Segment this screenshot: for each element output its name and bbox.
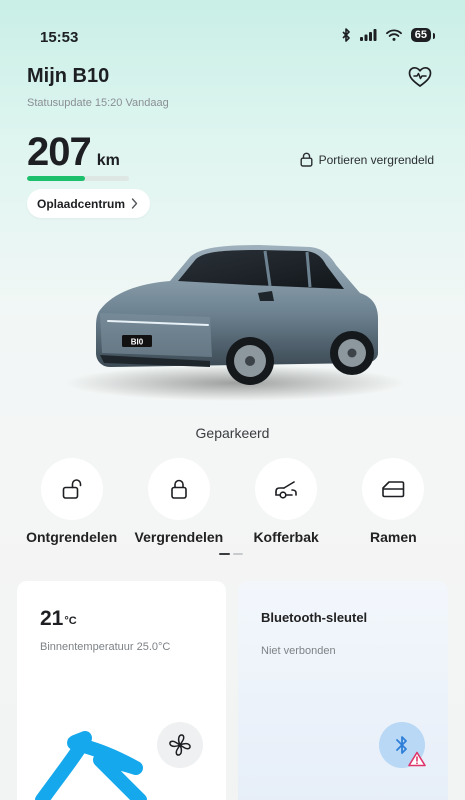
climate-toggle-button[interactable] <box>157 722 203 768</box>
bluetooth-icon <box>342 28 350 42</box>
range-unit: km <box>96 152 120 169</box>
page-dot-active <box>219 553 230 555</box>
unlock-icon <box>62 479 81 499</box>
range-progress-bar <box>27 176 129 181</box>
page-indicator <box>219 553 243 555</box>
action-windows[interactable]: Ramen <box>340 458 447 545</box>
status-update-text: Statusupdate 15:20 Vandaag <box>27 97 169 109</box>
bluetooth-key-title: Bluetooth-sleutel <box>261 610 368 625</box>
page-title: Mijn B10 <box>27 65 110 87</box>
climate-card[interactable]: 21 °C Binnentemperatuur 25.0°C <box>17 581 226 800</box>
warning-icon <box>408 751 426 767</box>
charging-center-label: Oplaadcentrum <box>37 196 126 211</box>
charging-center-button[interactable]: Oplaadcentrum <box>27 189 151 218</box>
window-icon <box>382 481 405 498</box>
page-dot <box>233 553 243 555</box>
bluetooth-icon <box>396 736 407 754</box>
status-time: 15:53 <box>40 29 79 46</box>
action-lock[interactable]: Vergrendelen <box>125 458 232 545</box>
temperature-value: 21 <box>40 607 64 630</box>
lock-button[interactable] <box>147 458 210 520</box>
temperature-unit: °C <box>64 615 77 627</box>
heart-pulse-icon[interactable] <box>407 64 433 90</box>
license-plate: BI0 <box>131 338 144 347</box>
signal-icon <box>359 29 377 41</box>
range-value: 207 <box>27 130 92 174</box>
range-progress-fill <box>27 176 86 181</box>
doors-status: Portieren vergrendeld <box>300 152 434 167</box>
windows-button[interactable] <box>362 458 425 520</box>
car-state-label: Geparkeerd <box>195 425 270 441</box>
inside-temperature: Binnentemperatuur 25.0°C <box>40 641 171 653</box>
chevron-right-icon <box>131 198 138 209</box>
fan-icon <box>169 734 191 756</box>
range-display: 207 km <box>27 130 120 175</box>
trunk-button[interactable] <box>255 458 318 520</box>
doors-status-label: Portieren vergrendeld <box>318 152 434 167</box>
action-trunk[interactable]: Kofferbak <box>233 458 340 545</box>
action-label: Ontgrendelen <box>26 529 118 545</box>
action-label: Kofferbak <box>253 529 319 545</box>
action-label: Vergrendelen <box>134 529 224 545</box>
action-label: Ramen <box>370 529 417 545</box>
wifi-icon <box>385 29 402 41</box>
lock-icon <box>171 479 187 499</box>
temperature-setting: 21 °C <box>40 607 77 631</box>
status-icons: 65 <box>342 28 436 42</box>
unlock-button[interactable] <box>40 458 103 520</box>
quick-actions: Ontgrendelen Vergrendelen Kofferbak Rame… <box>18 458 447 545</box>
trunk-icon <box>275 481 297 499</box>
battery-icon: 65 <box>410 28 436 42</box>
car-image: BI0 <box>65 245 405 401</box>
bluetooth-key-card[interactable]: Bluetooth-sleutel Niet verbonden <box>238 581 448 800</box>
bluetooth-key-status: Niet verbonden <box>261 645 336 657</box>
lock-icon <box>300 152 313 167</box>
status-bar: 15:53 65 <box>0 0 465 70</box>
action-unlock[interactable]: Ontgrendelen <box>18 458 125 545</box>
